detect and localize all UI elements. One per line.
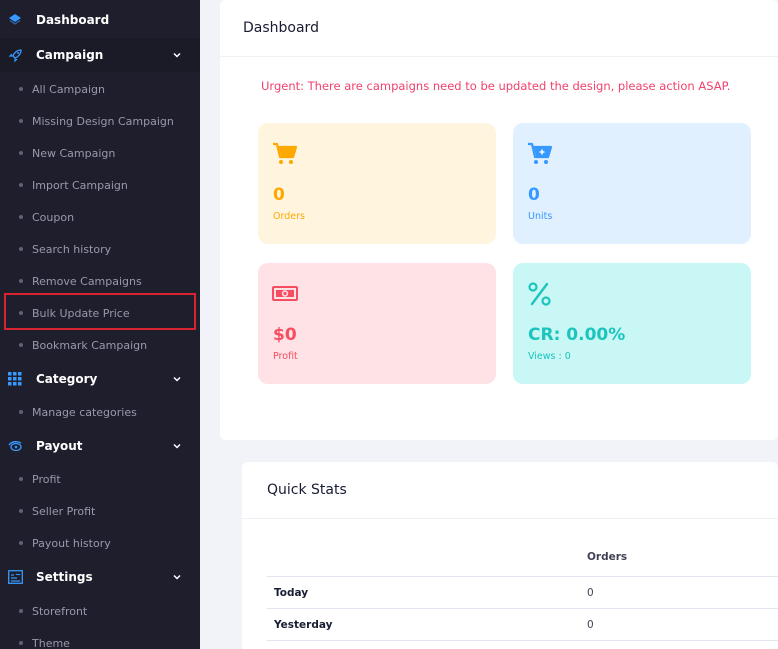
- table-row: Yesterday 0: [267, 609, 778, 641]
- sidebar-item-label: New Campaign: [32, 146, 116, 160]
- quick-stats-title: Quick Stats: [267, 482, 347, 498]
- nav-dashboard[interactable]: Dashboard: [0, 3, 200, 37]
- bullet-icon: [19, 541, 23, 545]
- bullet-icon: [19, 279, 23, 283]
- grid-icon: [7, 371, 23, 387]
- bullet-icon: [19, 215, 23, 219]
- payout-icon: [7, 438, 23, 454]
- bullet-icon: [19, 477, 23, 481]
- bullet-icon: [19, 247, 23, 251]
- quick-stats-card: Quick Stats Orders Today 0 Yesterday 0: [242, 462, 778, 649]
- sidebar-item-search-history[interactable]: Search history: [0, 233, 200, 265]
- row-value: 0: [587, 619, 594, 631]
- bullet-icon: [19, 151, 23, 155]
- urgent-alert: Urgent: There are campaigns need to be u…: [261, 79, 731, 93]
- sidebar-item-new-campaign[interactable]: New Campaign: [0, 137, 200, 169]
- stat-units: 0 Units: [513, 123, 751, 244]
- nav-campaign-label: Campaign: [36, 48, 104, 62]
- stat-profit: $0 Profit: [258, 263, 496, 384]
- cr-value: CR: 0.00%: [528, 325, 626, 345]
- units-value: 0: [528, 185, 540, 205]
- sidebar-item-label: Seller Profit: [32, 504, 96, 518]
- sidebar-item-label: Profit: [32, 472, 61, 486]
- page-title: Dashboard: [243, 20, 319, 36]
- nav-campaign[interactable]: Campaign: [0, 38, 200, 72]
- table-row: Today 0: [267, 577, 778, 609]
- row-label: Today: [274, 587, 309, 599]
- bullet-icon: [19, 119, 23, 123]
- chevron-down-icon: [173, 574, 181, 580]
- sidebar-item-payout-history[interactable]: Payout history: [0, 527, 200, 559]
- nav-category-label: Category: [36, 372, 98, 386]
- sidebar-item-manage-categories[interactable]: Manage categories: [0, 396, 200, 428]
- bullet-icon: [19, 183, 23, 187]
- sidebar-item-label: Import Campaign: [32, 178, 128, 192]
- settings-panel-icon: [7, 569, 23, 585]
- bullet-icon: [19, 641, 23, 645]
- main-content: Dashboard Urgent: There are campaigns ne…: [220, 0, 778, 649]
- sidebar-item-label: Search history: [32, 242, 112, 256]
- sidebar-item-label: Storefront: [32, 604, 88, 618]
- sidebar-item-profit[interactable]: Profit: [0, 463, 200, 495]
- views-label: Views : 0: [528, 351, 571, 362]
- money-icon: [272, 286, 298, 301]
- layers-icon: [7, 12, 23, 28]
- card-header: Quick Stats: [242, 462, 778, 519]
- bullet-icon: [19, 410, 23, 414]
- profit-value: $0: [273, 325, 297, 345]
- bullet-icon: [19, 343, 23, 347]
- sidebar-item-label: All Campaign: [32, 82, 106, 96]
- orders-value: 0: [273, 185, 285, 205]
- bullet-icon: [19, 87, 23, 91]
- units-label: Units: [528, 211, 553, 222]
- highlight-box: [4, 293, 196, 330]
- table-header: Orders: [267, 539, 778, 577]
- row-label: Yesterday: [274, 619, 333, 631]
- stat-conversion-rate: CR: 0.00% Views : 0: [513, 263, 751, 384]
- row-value: 0: [587, 587, 594, 599]
- sidebar-item-coupon[interactable]: Coupon: [0, 201, 200, 233]
- sidebar-item-label: Coupon: [32, 210, 75, 224]
- nav-payout[interactable]: Payout: [0, 429, 200, 463]
- nav-category[interactable]: Category: [0, 362, 200, 396]
- sidebar-item-label: Payout history: [32, 536, 111, 550]
- sidebar-item-missing-design-campaign[interactable]: Missing Design Campaign: [0, 105, 200, 137]
- rocket-icon: [7, 47, 23, 63]
- nav-settings[interactable]: Settings: [0, 560, 200, 594]
- profit-label: Profit: [273, 351, 298, 362]
- orders-label: Orders: [273, 211, 305, 222]
- sidebar-item-label: Manage categories: [32, 405, 137, 419]
- bullet-icon: [19, 509, 23, 513]
- chevron-down-icon: [173, 376, 181, 382]
- cart-plus-icon: [528, 142, 553, 164]
- sidebar-item-storefront[interactable]: Storefront: [0, 595, 200, 627]
- sidebar-item-label: Theme: [32, 636, 70, 649]
- sidebar-item-import-campaign[interactable]: Import Campaign: [0, 169, 200, 201]
- card-header: Dashboard: [220, 0, 778, 57]
- sidebar-item-label: Remove Campaigns: [32, 274, 142, 288]
- chevron-down-icon: [173, 52, 181, 58]
- column-header-orders: Orders: [587, 551, 628, 563]
- sidebar-item-theme[interactable]: Theme: [0, 627, 200, 649]
- sidebar-item-all-campaign[interactable]: All Campaign: [0, 73, 200, 105]
- sidebar-item-label: Bookmark Campaign: [32, 338, 148, 352]
- sidebar-item-label: Missing Design Campaign: [32, 114, 174, 128]
- stat-orders: 0 Orders: [258, 123, 496, 244]
- bullet-icon: [19, 609, 23, 613]
- nav-dashboard-label: Dashboard: [36, 13, 110, 27]
- sidebar: Dashboard Campaign All Campaign Missing …: [0, 0, 200, 649]
- chevron-down-icon: [173, 443, 181, 449]
- dashboard-card: Dashboard Urgent: There are campaigns ne…: [220, 0, 778, 440]
- percent-icon: [528, 282, 551, 306]
- nav-settings-label: Settings: [36, 570, 93, 584]
- sidebar-item-bookmark-campaign[interactable]: Bookmark Campaign: [0, 329, 200, 361]
- nav-payout-label: Payout: [36, 439, 83, 453]
- cart-icon: [273, 142, 298, 164]
- sidebar-item-seller-profit[interactable]: Seller Profit: [0, 495, 200, 527]
